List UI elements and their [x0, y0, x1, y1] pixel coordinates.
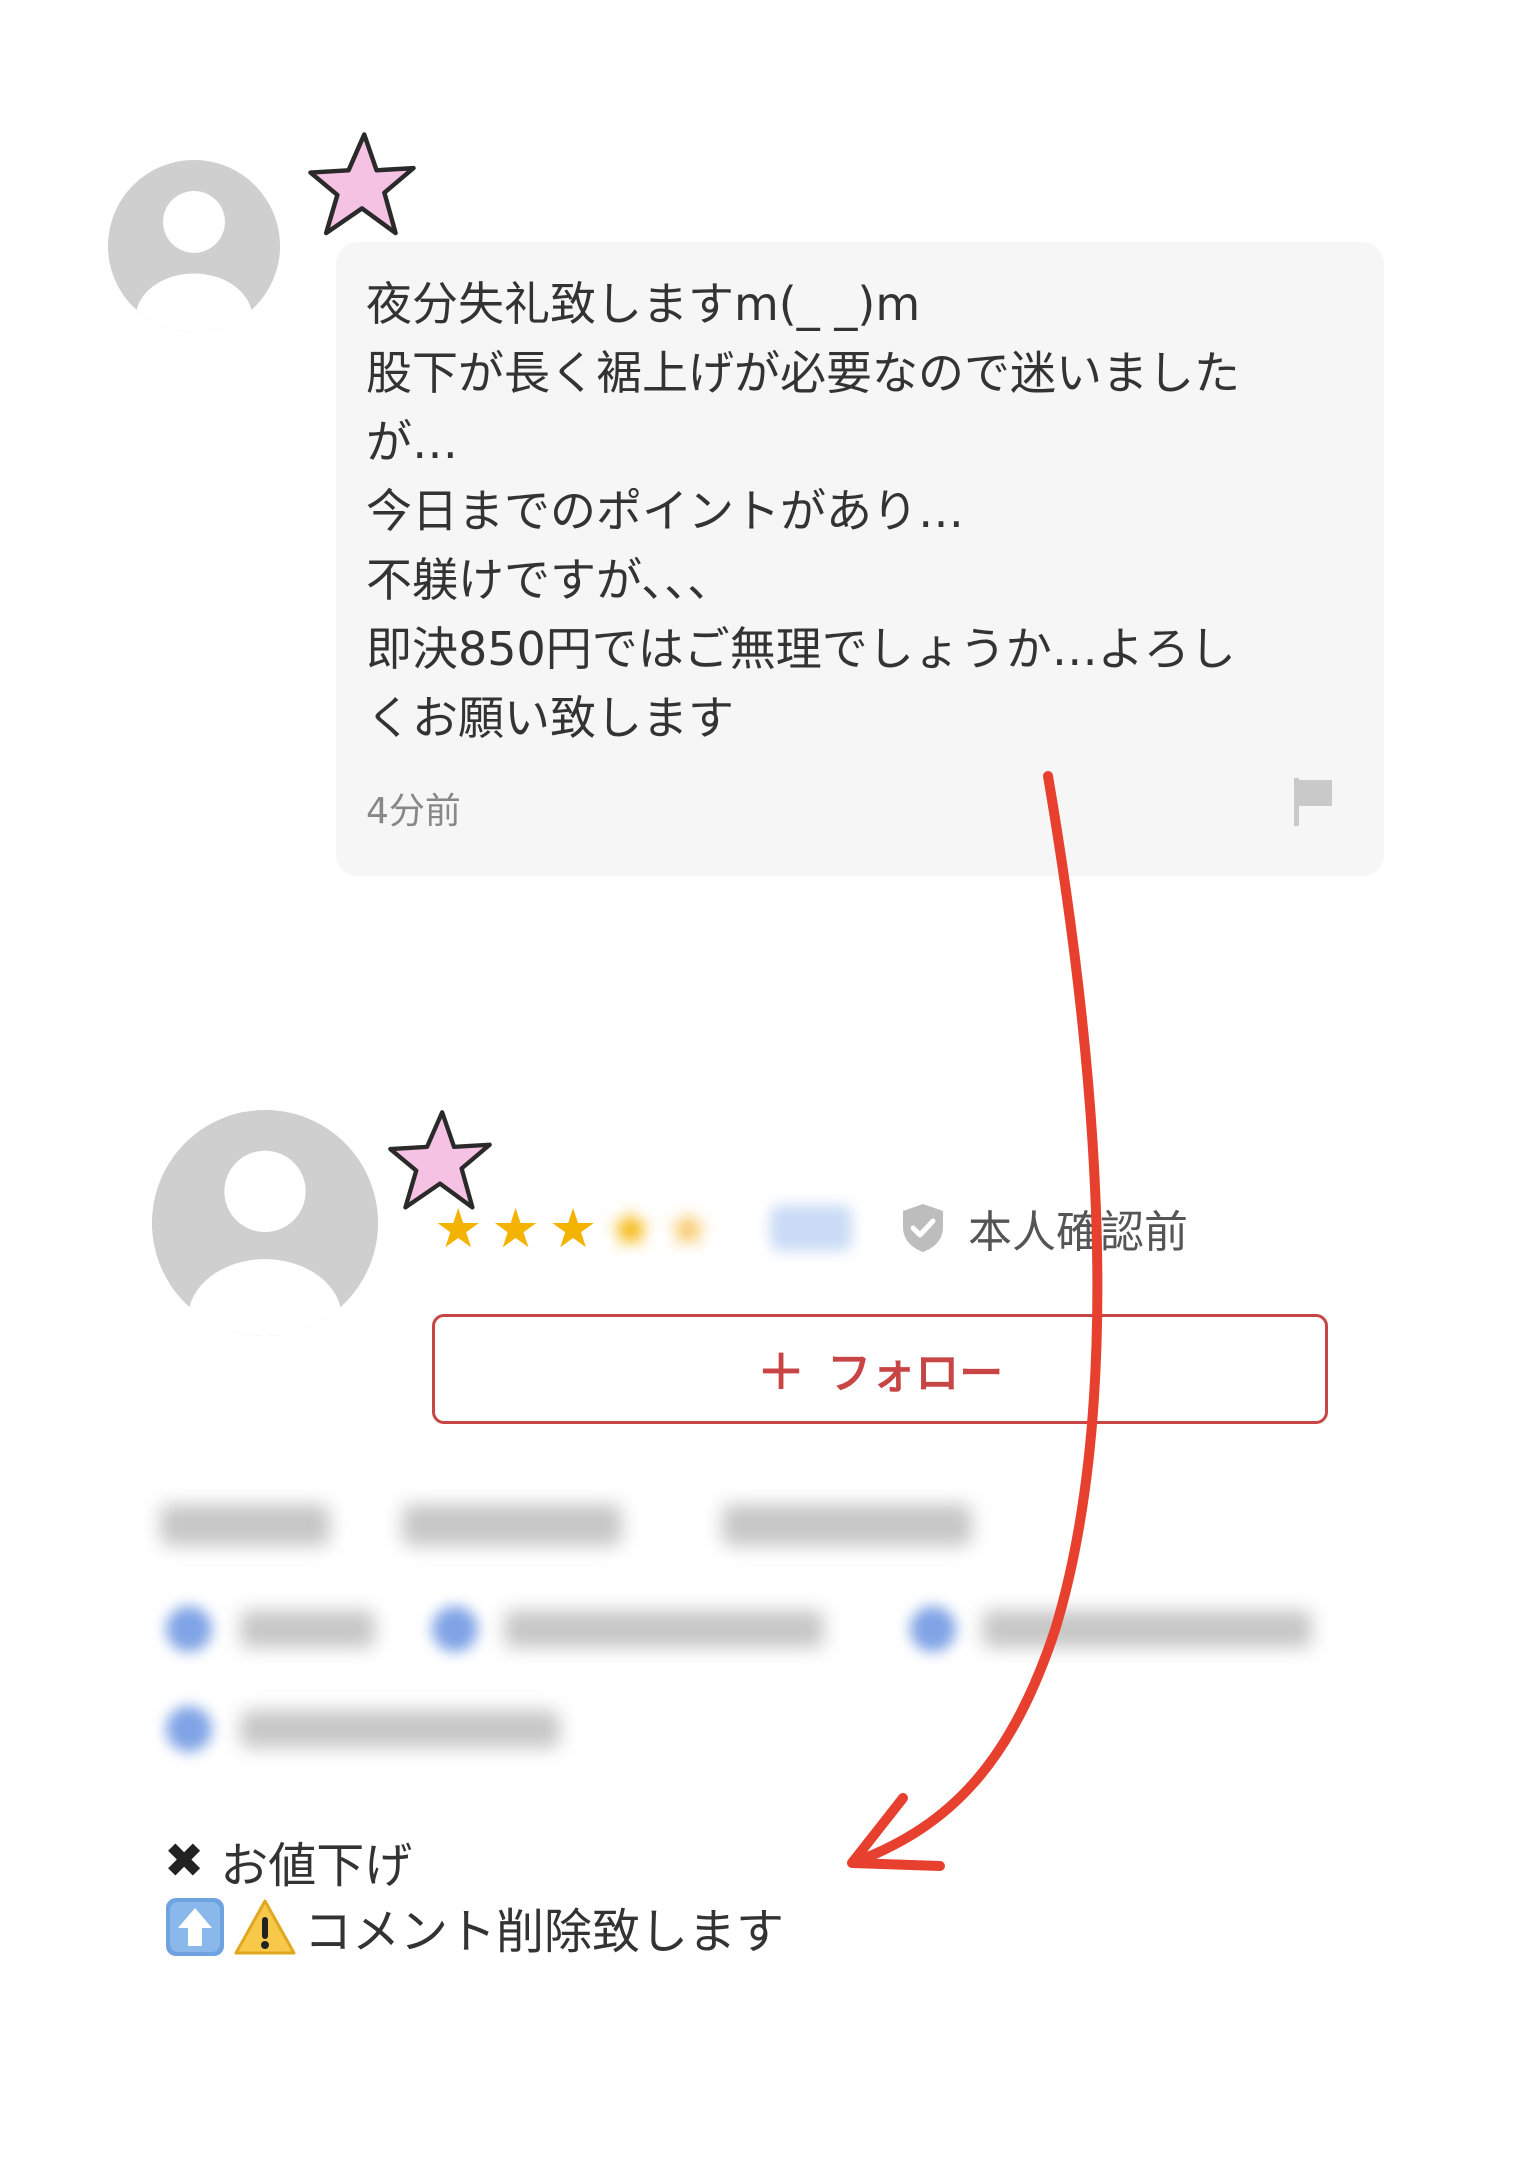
- annotation-line-1: ✖ お値下げ: [164, 1826, 412, 1896]
- seller-avatar[interactable]: [152, 1110, 378, 1336]
- comment-line: が…: [366, 415, 458, 469]
- comment-line: くお願い致します: [366, 691, 734, 745]
- follow-label: フォロー: [827, 1348, 1004, 1399]
- annotation-text-1: お値下げ: [220, 1838, 413, 1894]
- verification-status: 本人確認前: [900, 1196, 1188, 1260]
- comment-text: 夜分失礼致しますm(_ _)m 股下が長く裾上げが必要なので迷いました が… 今…: [366, 270, 1366, 753]
- star-sticker: [306, 130, 418, 242]
- star-icon: ★: [606, 1197, 655, 1260]
- x-mark-icon: ✖: [164, 1833, 205, 1889]
- star-icon: ★: [491, 1197, 540, 1260]
- comment-line: 股下が長く裾上げが必要なので迷いました: [366, 346, 1240, 400]
- star-icon: ★: [434, 1197, 483, 1260]
- shield-check-icon: [900, 1202, 946, 1254]
- comment-line: 不躾けですが、、、: [366, 553, 734, 607]
- comment-line: 今日までのポイントがあり…: [366, 484, 964, 538]
- flag-icon[interactable]: [1292, 776, 1336, 828]
- annotation-text-2: コメント削除致します: [304, 1904, 785, 1960]
- rating-stars[interactable]: ★ ★ ★ ★ ★: [434, 1198, 721, 1260]
- comment-line: 夜分失礼致しますm(_ _)m: [366, 277, 921, 331]
- annotation-line-2: コメント削除致します: [164, 1892, 784, 1962]
- up-arrow-emoji-icon: [164, 1896, 226, 1958]
- rating-count-redacted: [770, 1205, 852, 1251]
- follow-button[interactable]: + フォロー: [432, 1314, 1328, 1424]
- commenter-avatar[interactable]: [108, 160, 280, 332]
- comment-time: 4分前: [366, 791, 461, 832]
- warning-emoji-icon: [234, 1898, 296, 1956]
- blurred-profile-info: [150, 1484, 1350, 1784]
- plus-icon: +: [756, 1335, 806, 1403]
- star-icon: ★: [548, 1197, 598, 1260]
- verification-label: 本人確認前: [968, 1207, 1188, 1258]
- star-icon: ★: [663, 1197, 713, 1260]
- comment-line: 即決850円ではご無理でしょうか…よろし: [366, 622, 1236, 676]
